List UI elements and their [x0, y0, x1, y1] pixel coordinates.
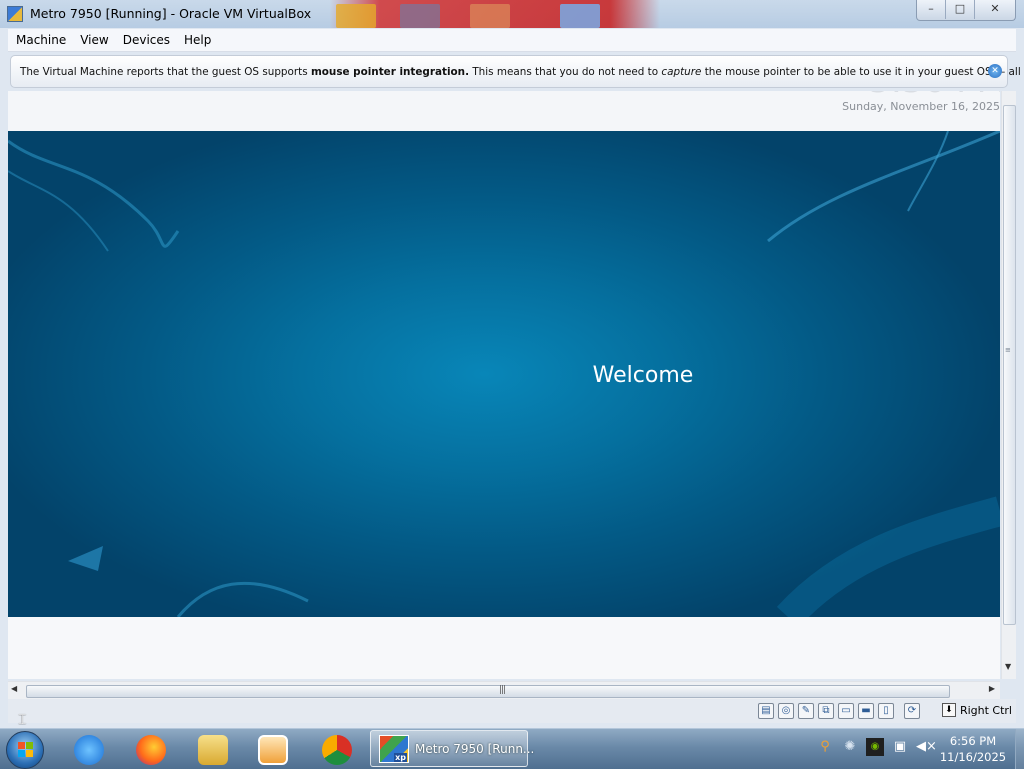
glass-tile: [560, 4, 600, 28]
clock-time: 6:56 PM: [949, 734, 997, 748]
guest-date: Sunday, November 16, 2025: [842, 100, 1000, 113]
notice-text-3: the mouse pointer to be able to use it i…: [701, 66, 1024, 78]
close-button[interactable]: ✕: [975, 0, 1015, 19]
chrome-icon: [322, 735, 352, 765]
usb-icon[interactable]: ✎: [798, 703, 814, 719]
taskbar-clock[interactable]: 6:56 PM 11/16/2025: [930, 733, 1016, 765]
internet-explorer-icon: [74, 735, 104, 765]
notice-italic-text: capture: [661, 66, 702, 78]
display-icon[interactable]: ▬: [858, 703, 874, 719]
scroll-grip-icon: ≡: [1005, 346, 1011, 354]
notice-text-2: This means that you do not need to: [469, 66, 662, 78]
menu-bar: Machine View Devices Help: [8, 29, 1016, 52]
firefox-icon: [136, 735, 166, 765]
shared-folders-icon[interactable]: ▭: [838, 703, 854, 719]
scroll-down-icon[interactable]: ▼: [1005, 662, 1011, 671]
maximize-button[interactable]: □: [946, 0, 975, 19]
glass-tile: [336, 4, 376, 28]
pinned-file-explorer[interactable]: [186, 731, 238, 767]
pinned-chrome[interactable]: [310, 731, 362, 767]
taskbar-item-label: Metro 7950 [Runn...: [415, 742, 535, 756]
menu-machine[interactable]: Machine: [9, 29, 73, 51]
mouse-integration-notice: The Virtual Machine reports that the gue…: [10, 55, 1024, 88]
window-title: Metro 7950 [Running] - Oracle VM Virtual…: [30, 6, 312, 21]
notice-message: The Virtual Machine reports that the gue…: [20, 66, 1024, 78]
optical-drive-icon[interactable]: ◎: [778, 703, 794, 719]
start-button[interactable]: [6, 731, 44, 769]
host-key-indicator: ⬇ Right Ctrl: [941, 703, 1012, 717]
device-indicators: ▤ ◎ ✎ ⧉ ▭ ▬ ▯ ⟳: [758, 703, 920, 719]
clock-date: 11/16/2025: [939, 750, 1007, 764]
welcome-text: Welcome: [592, 363, 694, 388]
pinned-media-player[interactable]: [246, 731, 298, 767]
host-key-icon: ⬇: [941, 703, 956, 717]
vertical-scroll-thumb[interactable]: [1003, 105, 1016, 625]
file-explorer-icon: [198, 735, 228, 765]
network-icon[interactable]: ⧉: [818, 703, 834, 719]
horizontal-scrollbar[interactable]: ◀ ||| ▶: [8, 681, 1000, 699]
search-icon[interactable]: ⚲: [816, 738, 834, 756]
horizontal-scroll-thumb[interactable]: |||: [26, 685, 950, 698]
notice-bold-text: mouse pointer integration.: [310, 66, 470, 78]
glass-tile: [470, 4, 510, 28]
minimize-button[interactable]: –: [917, 0, 946, 19]
scroll-left-icon[interactable]: ◀: [11, 684, 17, 693]
host-key-label: Right Ctrl: [959, 703, 1012, 717]
glass-tile: [400, 4, 440, 28]
taskbar-item-virtualbox[interactable]: xp Metro 7950 [Runn...: [370, 730, 534, 767]
nvidia-icon[interactable]: ◉: [866, 738, 884, 756]
show-desktop-button[interactable]: [1015, 729, 1024, 769]
taskbar: xp Metro 7950 [Runn... ⚲ ✺ ◉ ▣ ◀× 6:56 P…: [0, 728, 1024, 769]
windows-logo-icon: [18, 742, 34, 758]
menu-help[interactable]: Help: [177, 29, 218, 51]
antivirus-icon[interactable]: ✺: [841, 738, 859, 756]
mouse-cursor-icon: ⌶: [18, 712, 27, 728]
media-player-icon: [258, 735, 288, 765]
hard-disk-icon[interactable]: ▤: [758, 703, 774, 719]
status-bar: ▤ ◎ ✎ ⧉ ▭ ▬ ▯ ⟳ ⬇ Right Ctrl: [8, 699, 1016, 723]
notice-text-1: The Virtual Machine reports that the gue…: [20, 66, 311, 78]
vertical-scrollbar[interactable]: ≡ ▼: [1001, 91, 1016, 679]
pinned-internet-explorer[interactable]: [62, 731, 114, 767]
notice-close-icon[interactable]: ✕: [988, 64, 1002, 78]
menu-devices[interactable]: Devices: [116, 29, 177, 51]
video-capture-icon[interactable]: ▯: [878, 703, 894, 719]
system-tray: ⚲ ✺ ◉ ▣ ◀×: [816, 738, 937, 756]
mouse-integration-icon[interactable]: ⟳: [904, 703, 920, 719]
virtualbox-app-icon[interactable]: [7, 6, 23, 22]
scroll-grip-icon: |||: [499, 685, 506, 695]
network-icon[interactable]: ▣: [891, 738, 909, 756]
scroll-right-icon[interactable]: ▶: [989, 684, 995, 693]
guest-display[interactable]: 5:56 PM Sunday, November 16, 2025 Welcom…: [8, 91, 1000, 679]
xp-badge: xp: [394, 753, 407, 762]
guest-bottom-strip: [8, 617, 1000, 679]
title-bar[interactable]: Metro 7950 [Running] - Oracle VM Virtual…: [0, 0, 1024, 28]
window-controls: – □ ✕: [916, 0, 1016, 21]
virtualbox-xp-icon: xp: [379, 735, 409, 763]
menu-view[interactable]: View: [73, 29, 115, 51]
virtualbox-window: Metro 7950 [Running] - Oracle VM Virtual…: [0, 0, 1024, 728]
pinned-firefox[interactable]: [124, 731, 176, 767]
